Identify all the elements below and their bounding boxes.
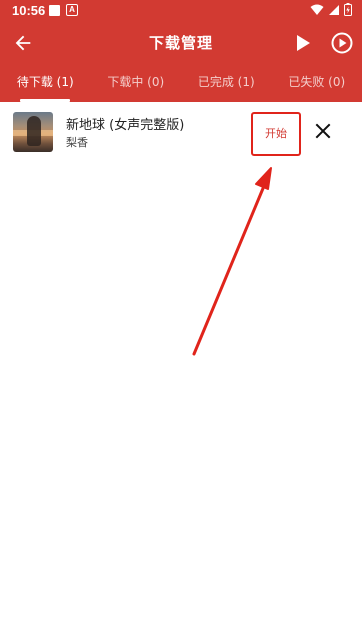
tab-failed[interactable]: 已失败 (0) <box>272 64 362 102</box>
status-time: 10:56 <box>12 3 46 18</box>
download-list: 新地球 (女声完整版) 梨香 开始 <box>0 102 362 162</box>
tab-pending[interactable]: 待下载 (1) <box>0 64 91 102</box>
song-artist: 梨香 <box>66 136 88 149</box>
close-icon[interactable] <box>314 122 332 140</box>
tab-completed[interactable]: 已完成 (1) <box>181 64 272 102</box>
signal-icon <box>329 4 339 15</box>
start-button[interactable]: 开始 <box>251 112 301 156</box>
album-thumbnail <box>13 112 53 152</box>
tab-bar: 待下载 (1) 下载中 (0) 已完成 (1) 已失败 (0) <box>0 64 362 102</box>
song-title: 新地球 (女声完整版) <box>66 118 185 133</box>
play-circle-icon[interactable] <box>330 31 354 55</box>
status-bar: 10:56 A <box>0 0 362 22</box>
play-icon[interactable] <box>295 34 311 52</box>
tab-downloading[interactable]: 下载中 (0) <box>91 64 182 102</box>
toolbar: 下载管理 <box>0 22 362 64</box>
list-item[interactable]: 新地球 (女声完整版) 梨香 开始 <box>0 102 362 162</box>
wifi-icon <box>310 4 324 15</box>
a-badge-icon: A <box>66 4 78 16</box>
battery-icon <box>344 3 352 16</box>
square-icon <box>49 5 60 16</box>
system-icons <box>310 3 352 16</box>
